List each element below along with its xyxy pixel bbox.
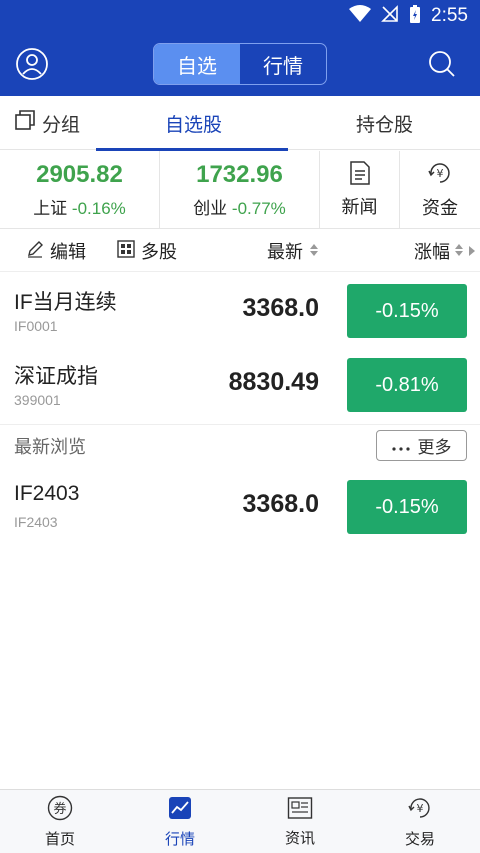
tab-group[interactable]: 分组 [14,96,80,150]
sort-icon [454,241,464,262]
index-label: 上证 -0.16% [33,194,126,219]
stock-code: 399001 [14,392,61,408]
index-value: 1732.96 [196,161,283,188]
more-button[interactable]: 更多 [376,430,467,461]
stock-name: IF2403 [14,482,80,505]
segment-watchlist[interactable]: 自选 [154,44,240,84]
group-icon [14,109,36,137]
stock-row[interactable]: 深证成指 399001 8830.49 -0.81% [0,348,480,422]
fund-label: 资金 [422,198,458,218]
index-change: -0.77% [231,199,286,218]
stock-change-badge[interactable]: -0.15% [347,480,467,534]
info-icon [287,796,313,824]
news-icon [349,161,371,189]
status-bar: 2:55 [0,0,480,32]
edit-label: 编辑 [50,242,86,262]
index-change: -0.16% [71,199,126,218]
stock-change-badge[interactable]: -0.81% [347,358,467,412]
sort-change-label: 涨幅 [414,242,450,262]
sort-icon [309,241,319,262]
tab-holding-stocks[interactable]: 持仓股 [356,96,413,150]
switch-column-arrow-icon [468,241,476,262]
sort-latest-button[interactable]: 最新 [267,230,319,272]
user-profile-icon[interactable] [14,46,50,82]
sort-change-button[interactable]: 涨幅 [414,230,476,272]
market-chart-icon [167,795,193,825]
recent-stock-row[interactable]: IF2403 IF2403 3368.0 -0.15% [0,470,480,544]
multi-stock-button[interactable]: 多股 [117,230,177,272]
tab-group-label: 分组 [42,114,81,136]
nav-home-label: 首页 [44,831,75,848]
stock-change-badge[interactable]: -0.15% [347,284,467,338]
nav-trade-label: 交易 [404,831,435,848]
trade-icon: ¥ [407,795,433,825]
svg-text:券: 券 [53,801,66,817]
list-toolbar: 编辑 多股 最新 涨幅 [0,230,480,272]
pencil-icon [26,240,44,263]
fund-button[interactable]: ¥ 资金 [400,151,480,229]
recent-browsed-title: 最新浏览 [14,437,86,457]
search-icon[interactable] [424,46,460,82]
nav-info[interactable]: 资讯 [240,790,360,853]
svg-text:¥: ¥ [437,167,444,180]
stock-price: 3368.0 [242,294,319,322]
status-time: 2:55 [431,5,468,26]
edit-button[interactable]: 编辑 [26,230,86,272]
stock-code: IF0001 [14,318,58,334]
app-header: 自选 行情 [0,32,480,96]
nav-market[interactable]: 行情 [120,790,240,853]
sort-latest-label: 最新 [267,242,303,262]
wifi-icon [349,5,372,27]
recent-browsed-header: 最新浏览 更多 [0,424,480,464]
segment-market[interactable]: 行情 [240,44,326,84]
news-label: 新闻 [341,197,378,217]
tab-watchlist-stocks[interactable]: 自选股 [165,96,222,150]
stock-row[interactable]: IF当月连续 IF0001 3368.0 -0.15% [0,274,480,348]
no-signal-icon [381,5,399,27]
stock-name: IF当月连续 [14,291,117,314]
nav-market-label: 行情 [164,831,195,848]
more-label: 更多 [417,438,452,457]
index-chinext[interactable]: 1732.96 创业 -0.77% [160,151,320,229]
bottom-navigation: 券 首页 行情 资讯 ¥ 交易 [0,789,480,853]
index-name: 上证 [33,199,68,218]
index-shanghai[interactable]: 2905.82 上证 -0.16% [0,151,160,229]
sub-tabs: 分组 自选股 持仓股 [0,96,480,150]
index-summary-row: 2905.82 上证 -0.16% 1732.96 创业 -0.77% 新闻 ¥… [0,151,480,229]
svg-text:¥: ¥ [417,802,424,815]
status-icons: 2:55 [349,0,468,32]
stock-price: 3368.0 [242,490,319,518]
index-name: 创业 [193,199,228,218]
grid-icon [117,239,135,263]
fund-icon: ¥ [427,160,453,190]
home-coupon-icon: 券 [47,795,73,825]
nav-trade[interactable]: ¥ 交易 [360,790,480,853]
nav-info-label: 资讯 [284,830,315,847]
multi-stock-label: 多股 [141,242,177,262]
news-button[interactable]: 新闻 [320,151,400,229]
stock-code: IF2403 [14,514,58,530]
stock-name: 深证成指 [14,365,98,388]
header-segment-control: 自选 行情 [153,43,327,85]
index-value: 2905.82 [36,161,123,188]
nav-home[interactable]: 券 首页 [0,790,120,853]
stock-price: 8830.49 [228,368,319,396]
more-dots-icon [391,436,410,456]
battery-charging-icon [409,4,421,28]
index-label: 创业 -0.77% [193,194,286,219]
